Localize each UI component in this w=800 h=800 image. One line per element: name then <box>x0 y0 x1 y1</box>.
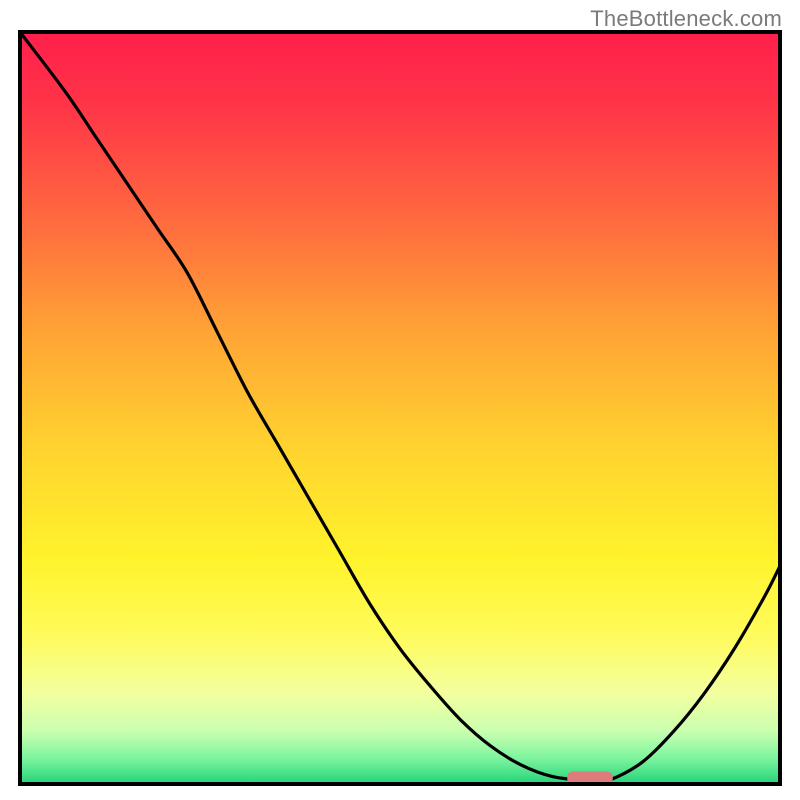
gradient-background <box>20 32 780 784</box>
bottleneck-chart <box>18 30 782 786</box>
chart-frame <box>18 30 782 786</box>
watermark-text: TheBottleneck.com <box>590 6 782 32</box>
